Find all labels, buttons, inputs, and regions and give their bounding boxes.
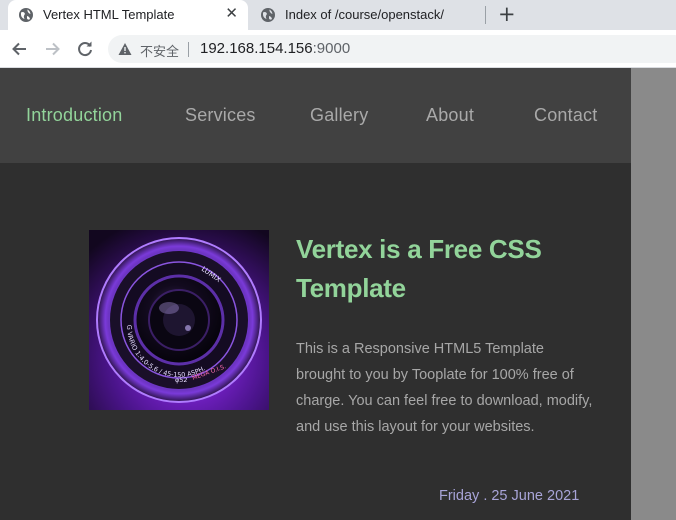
tab-openstack-index[interactable]: Index of /course/openstack/ [250,0,486,30]
browser-toolbar: 不安全 192.168.154.156:9000 [0,30,676,68]
reload-icon[interactable] [75,39,95,59]
nav-link-introduction[interactable]: Introduction [26,105,122,126]
nav-link-gallery[interactable]: Gallery [310,105,368,126]
nav-link-contact[interactable]: Contact [534,105,597,126]
security-label[interactable]: 不安全 [140,41,179,60]
nav-link-about[interactable]: About [426,105,474,126]
url-host: 192.168.154.156 [200,40,313,57]
tab-separator [485,6,486,24]
new-tab-icon[interactable]: + [498,2,516,26]
close-tab-icon[interactable]: ✕ [225,4,238,22]
url-port: :9000 [312,40,351,57]
web-page: Introduction Services Gallery About Cont… [0,68,631,520]
post-date: Friday . 25 June 2021 [439,488,580,504]
address-separator [188,42,189,57]
page-headline: Vertex is a Free CSS Template [296,234,542,303]
tab-strip: Vertex HTML Template ✕ Index of /course/… [0,0,676,30]
tab-title: Index of /course/openstack/ [285,7,444,22]
tab-title: Vertex HTML Template [43,7,175,22]
intro-paragraph: This is a Responsive HTML5 Template brou… [296,341,593,435]
page-gutter [631,68,676,520]
lens-illustration: G VARIO 1:4.0-5.6 / 45-150 ASPH. LUMIX φ… [89,230,269,410]
site-navigation: Introduction Services Gallery About Cont… [0,68,631,163]
camera-lens-image: G VARIO 1:4.0-5.6 / 45-150 ASPH. LUMIX φ… [89,230,269,410]
lens-filter-size: φ52 [175,376,188,384]
url-text[interactable]: 192.168.154.156:9000 [200,40,350,57]
tab-vertex-template[interactable]: Vertex HTML Template ✕ [8,0,248,30]
address-bar[interactable]: 不安全 192.168.154.156:9000 [108,35,676,63]
nav-link-services[interactable]: Services [185,105,256,126]
globe-icon [261,8,275,22]
arrow-left-icon[interactable] [10,39,30,59]
warning-icon[interactable] [118,42,132,56]
arrow-right-icon[interactable] [42,39,62,59]
globe-icon [19,8,33,22]
